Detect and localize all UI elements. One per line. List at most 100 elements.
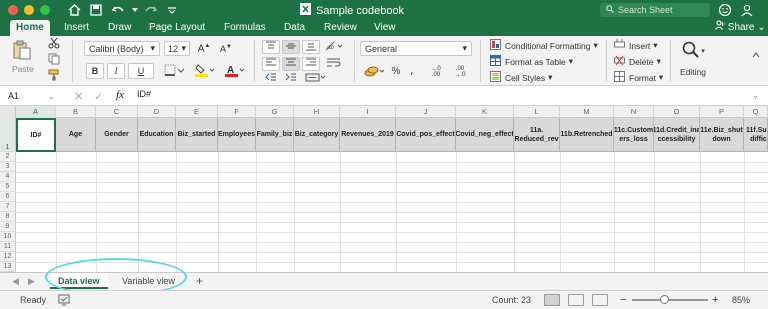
header-cell-customers-loss[interactable]: 11c.Custom ers_loss (614, 118, 654, 152)
row-header-2[interactable]: 2 (0, 152, 16, 162)
insert-cells-button[interactable]: Insert ▾ (614, 39, 658, 52)
conditional-formatting-button[interactable]: Conditional Formatting ▾ (490, 39, 598, 52)
delete-cells-button[interactable]: Delete ▾ (614, 55, 661, 68)
column-header-q[interactable]: Q (744, 106, 768, 118)
home-icon[interactable] (66, 2, 82, 18)
fill-color-button[interactable] (192, 63, 218, 79)
font-color-button[interactable]: A (222, 63, 248, 79)
italic-button[interactable]: I (107, 63, 125, 79)
header-cell-covid-pos-effect[interactable]: Covid_pos_effect (396, 118, 456, 152)
number-format-select[interactable]: General ▾ (360, 41, 472, 56)
share-button[interactable]: Share ⌄ (715, 20, 766, 36)
align-top-button[interactable] (262, 40, 280, 54)
normal-view-button[interactable] (544, 294, 560, 306)
column-header-b[interactable]: B (56, 106, 96, 118)
header-cell-biz-shutdown[interactable]: 11e.Biz_shut down (700, 118, 744, 152)
tab-formulas[interactable]: Formulas (218, 20, 272, 36)
zoom-in-button[interactable]: + (712, 294, 718, 306)
decrease-font-size-button[interactable]: A▼ (216, 41, 236, 56)
smiley-feedback-icon[interactable] (718, 3, 732, 17)
column-header-n[interactable]: N (614, 106, 654, 118)
decrease-indent-button[interactable] (262, 72, 280, 84)
column-header-a[interactable]: A (16, 106, 56, 118)
accounting-format-button[interactable] (362, 64, 386, 79)
name-box-dropdown-icon[interactable]: ⌄ (48, 91, 55, 102)
editing-button[interactable]: ▾ (678, 40, 708, 62)
underline-button[interactable]: U (128, 63, 154, 79)
header-cell-family-biz[interactable]: Family_biz (256, 118, 294, 152)
undo-icon[interactable] (110, 2, 126, 18)
row-header-5[interactable]: 5 (0, 182, 16, 192)
zoom-slider[interactable] (632, 299, 708, 301)
add-sheet-button[interactable]: + (196, 274, 203, 288)
window-maximize-button[interactable] (40, 5, 50, 15)
row-header-12[interactable]: 12 (0, 252, 16, 262)
page-layout-view-button[interactable] (568, 294, 584, 306)
header-cell-retrenched[interactable]: 11b.Retrenched (560, 118, 614, 152)
wrap-text-button[interactable] (322, 57, 346, 71)
align-left-button[interactable] (262, 57, 280, 71)
tab-review[interactable]: Review (318, 20, 363, 36)
tab-data[interactable]: Data (278, 20, 311, 36)
previous-sheet-icon[interactable]: ◀ (12, 276, 19, 287)
row-header-7[interactable]: 7 (0, 202, 16, 212)
column-header-j[interactable]: J (396, 106, 456, 118)
column-header-m[interactable]: M (560, 106, 614, 118)
zoom-out-button[interactable]: − (620, 294, 626, 306)
format-painter-icon[interactable] (48, 69, 60, 81)
expand-formula-bar-icon[interactable]: ⌄ (752, 90, 759, 101)
undo-dropdown-icon[interactable] (132, 2, 138, 18)
increase-indent-button[interactable] (282, 72, 300, 84)
cut-icon[interactable] (48, 37, 60, 49)
align-right-button[interactable] (302, 57, 320, 71)
header-cell-employees[interactable]: Employees (218, 118, 256, 152)
header-cell-education[interactable]: Education (138, 118, 176, 152)
header-cell-revenues-2019[interactable]: Revenues_2019 (340, 118, 396, 152)
header-cell-id[interactable]: ID# (16, 118, 56, 152)
column-header-d[interactable]: D (138, 106, 176, 118)
row-header-1[interactable]: 1 (0, 118, 16, 152)
row-header-10[interactable]: 10 (0, 232, 16, 242)
next-sheet-icon[interactable]: ▶ (28, 276, 35, 287)
decrease-decimal-button[interactable]: .00 →.0 (450, 64, 470, 79)
copy-icon[interactable] (48, 53, 60, 65)
bold-button[interactable]: B (86, 63, 104, 79)
row-header-4[interactable]: 4 (0, 172, 16, 182)
column-header-f[interactable]: F (218, 106, 256, 118)
select-all-button[interactable] (0, 106, 16, 118)
percent-style-button[interactable]: % (388, 64, 404, 79)
header-cell-biz-started[interactable]: Biz_started (176, 118, 218, 152)
header-cell-supply-difficulty[interactable]: 11f.Sup diffic (744, 118, 768, 152)
worksheet-grid[interactable]: A B C D E F G H I J K L M N O P Q 1 2 3 … (0, 106, 768, 272)
cancel-formula-icon[interactable]: ✕ (74, 90, 83, 103)
column-header-c[interactable]: C (96, 106, 138, 118)
header-cell-gender[interactable]: Gender (96, 118, 138, 152)
align-bottom-button[interactable] (302, 40, 320, 54)
align-center-button[interactable] (282, 57, 300, 71)
tab-draw[interactable]: Draw (102, 20, 137, 36)
format-cells-button[interactable]: Format ▾ (614, 71, 663, 84)
row-header-6[interactable]: 6 (0, 192, 16, 202)
row-header-13[interactable]: 13 (0, 262, 16, 272)
search-sheet-input[interactable]: Search Sheet (600, 3, 710, 17)
column-header-g[interactable]: G (256, 106, 294, 118)
header-cell-credit-inaccessibility[interactable]: 11d.Credit_ina ccessibility (654, 118, 700, 152)
tab-view[interactable]: View (368, 20, 402, 36)
page-break-view-button[interactable] (592, 294, 608, 306)
row-header-3[interactable]: 3 (0, 162, 16, 172)
accessibility-check-icon[interactable] (58, 294, 70, 306)
column-header-l[interactable]: L (514, 106, 560, 118)
customize-toolbar-icon[interactable] (164, 2, 180, 18)
header-cell-covid-neg-effect[interactable]: Covid_neg_effect (456, 118, 514, 152)
redo-icon[interactable] (142, 2, 158, 18)
column-header-h[interactable]: H (294, 106, 340, 118)
cell-styles-button[interactable]: Cell Styles ▾ (490, 71, 552, 84)
tab-page-layout[interactable]: Page Layout (143, 20, 211, 36)
sheet-tab-variable-view[interactable]: Variable view (114, 273, 183, 289)
merge-center-button[interactable] (302, 72, 328, 84)
row-header-8[interactable]: 8 (0, 212, 16, 222)
confirm-formula-icon[interactable]: ✓ (94, 90, 103, 103)
row-header-11[interactable]: 11 (0, 242, 16, 252)
tab-home[interactable]: Home (10, 20, 50, 36)
zoom-slider-thumb[interactable] (660, 295, 669, 304)
